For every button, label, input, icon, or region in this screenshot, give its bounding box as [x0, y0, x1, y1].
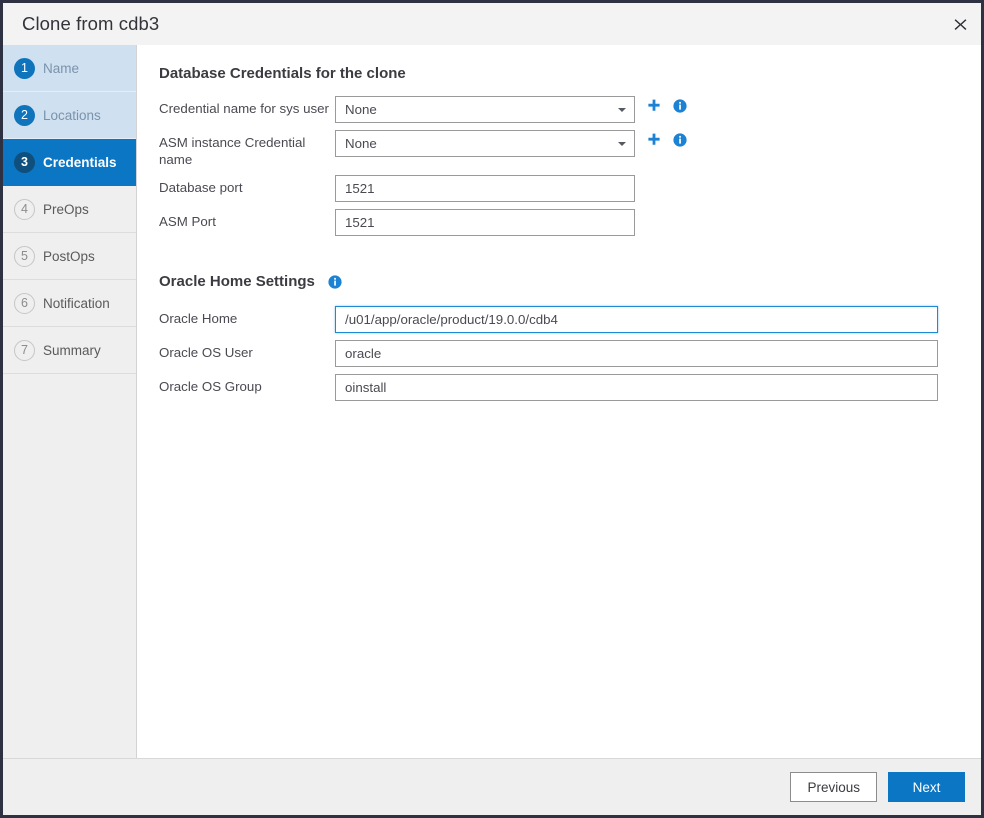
next-button[interactable]: Next	[888, 772, 965, 802]
info-icon[interactable]	[328, 275, 342, 289]
sidebar-item-label: Name	[43, 61, 79, 76]
sidebar-item-label: Notification	[43, 296, 110, 311]
form-row-oracle-home: Oracle Home	[159, 306, 981, 333]
content-pane: Database Credentials for the clone Crede…	[137, 45, 981, 758]
step-number: 7	[14, 340, 35, 361]
clone-wizard-dialog: Clone from cdb3 1 Name 2 Locations 3 Cre…	[0, 0, 984, 818]
sidebar-item-label: PreOps	[43, 202, 89, 217]
form-row-sys-credential: Credential name for sys user	[159, 96, 981, 123]
oracle-os-group-label: Oracle OS Group	[159, 374, 335, 395]
sidebar-item-locations[interactable]: 2 Locations	[3, 92, 136, 139]
oracle-home-input[interactable]	[335, 306, 938, 333]
sidebar-item-preops[interactable]: 4 PreOps	[3, 186, 136, 233]
info-icon[interactable]	[673, 133, 687, 147]
oracle-os-group-input[interactable]	[335, 374, 938, 401]
plus-icon[interactable]	[644, 133, 664, 147]
form-row-oracle-os-user: Oracle OS User	[159, 340, 981, 367]
sidebar-item-label: PostOps	[43, 249, 95, 264]
oracle-os-user-label: Oracle OS User	[159, 340, 335, 361]
step-number: 3	[14, 152, 35, 173]
sidebar-item-name[interactable]: 1 Name	[3, 45, 136, 92]
form-row-oracle-os-group: Oracle OS Group	[159, 374, 981, 401]
asm-credential-value[interactable]	[335, 130, 635, 157]
wizard-sidebar: 1 Name 2 Locations 3 Credentials 4 PreOp…	[3, 45, 137, 758]
asm-port-input[interactable]	[335, 209, 635, 236]
step-number: 1	[14, 58, 35, 79]
sidebar-item-postops[interactable]: 5 PostOps	[3, 233, 136, 280]
close-icon[interactable]	[947, 11, 973, 37]
database-port-label: Database port	[159, 175, 335, 196]
sidebar-item-notification[interactable]: 6 Notification	[3, 280, 136, 327]
step-number: 4	[14, 199, 35, 220]
dialog-body: 1 Name 2 Locations 3 Credentials 4 PreOp…	[3, 45, 981, 758]
form-row-database-port: Database port	[159, 175, 981, 202]
step-number: 5	[14, 246, 35, 267]
sidebar-item-label: Credentials	[43, 155, 117, 170]
sidebar-filler	[3, 374, 136, 758]
asm-credential-actions	[635, 130, 687, 147]
oracle-os-user-input[interactable]	[335, 340, 938, 367]
sys-credential-select[interactable]	[335, 96, 635, 123]
step-number: 6	[14, 293, 35, 314]
plus-icon[interactable]	[644, 99, 664, 113]
sidebar-item-credentials[interactable]: 3 Credentials	[3, 139, 136, 186]
form-row-asm-credential: ASM instance Credential name	[159, 130, 981, 168]
dialog-title-bar: Clone from cdb3	[3, 3, 981, 45]
info-icon[interactable]	[673, 99, 687, 113]
sidebar-item-summary[interactable]: 7 Summary	[3, 327, 136, 374]
dialog-footer: Previous Next	[3, 758, 981, 815]
asm-credential-label: ASM instance Credential name	[159, 130, 335, 168]
asm-port-label: ASM Port	[159, 209, 335, 230]
sys-credential-actions	[635, 96, 687, 113]
credentials-section-heading: Database Credentials for the clone	[159, 65, 981, 82]
sidebar-item-label: Summary	[43, 343, 101, 358]
sys-credential-label: Credential name for sys user	[159, 96, 335, 117]
asm-credential-select[interactable]	[335, 130, 635, 157]
database-port-input[interactable]	[335, 175, 635, 202]
oracle-home-heading-row: Oracle Home Settings	[159, 273, 981, 290]
step-number: 2	[14, 105, 35, 126]
oracle-home-label: Oracle Home	[159, 306, 335, 327]
page-title: Clone from cdb3	[22, 13, 159, 35]
oracle-home-section-heading: Oracle Home Settings	[159, 273, 315, 290]
form-row-asm-port: ASM Port	[159, 209, 981, 236]
sys-credential-value[interactable]	[335, 96, 635, 123]
previous-button[interactable]: Previous	[790, 772, 877, 802]
sidebar-item-label: Locations	[43, 108, 101, 123]
